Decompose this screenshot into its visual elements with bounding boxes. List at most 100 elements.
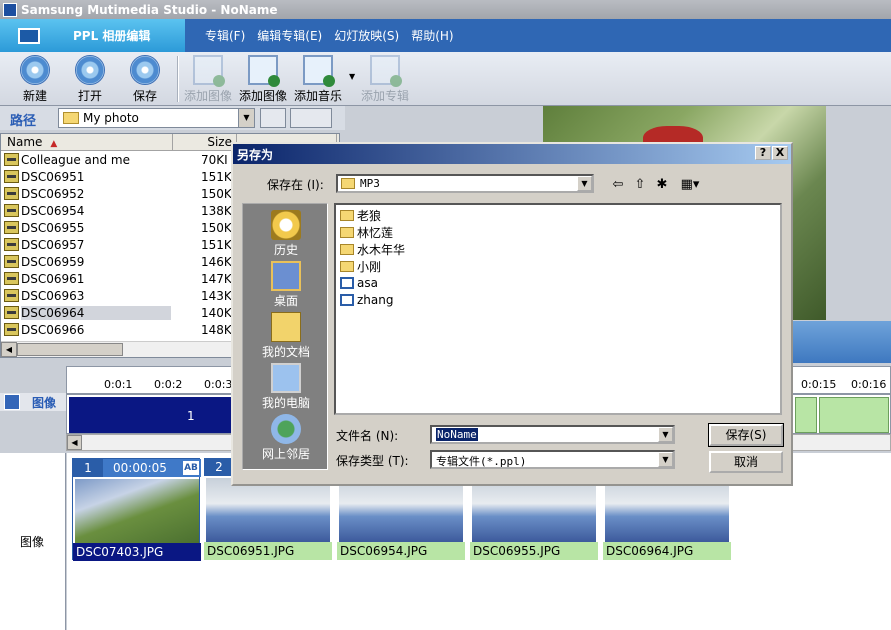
add-music-icon — [303, 55, 335, 87]
clip-number: 1 — [187, 409, 195, 423]
tab-label: PPL 相册编辑 — [73, 29, 151, 43]
view-menu-icon[interactable]: ▦▾ — [677, 177, 703, 193]
preview-toolbar — [780, 321, 891, 363]
column-size[interactable]: Size — [173, 134, 237, 150]
folder-icon — [340, 209, 354, 221]
image-file-icon — [4, 306, 19, 319]
dialog-save-button[interactable]: 保存(S) — [708, 423, 784, 447]
thumb-caption: DSC06951.JPG — [204, 542, 332, 560]
tick-label: 0:0:15 — [801, 378, 837, 391]
add-image-icon — [193, 55, 225, 87]
app-icon — [3, 2, 17, 17]
place-label: 桌面 — [273, 294, 298, 308]
help-button[interactable]: ? — [755, 146, 771, 160]
save-disc-icon — [130, 55, 160, 85]
image-file-icon — [4, 187, 19, 200]
folder-icon — [341, 178, 355, 189]
new-folder-icon[interactable]: ✱ — [653, 177, 671, 193]
folder-item[interactable]: 水木年华 — [340, 241, 405, 257]
image-file-icon — [4, 289, 19, 302]
timeline-clip[interactable] — [795, 397, 817, 433]
file-item[interactable]: zhang — [340, 292, 393, 308]
place-history[interactable]: 历史 — [243, 210, 329, 258]
add-album-button[interactable]: 添加专辑 — [360, 55, 410, 104]
folder-icon — [340, 226, 354, 238]
filetype-label: 保存类型 (T): — [336, 454, 409, 468]
image-file-icon — [4, 153, 19, 166]
column-name[interactable]: Name ▲ — [1, 134, 173, 150]
thumb-caption: DSC06954.JPG — [337, 542, 465, 560]
thumb-image — [472, 478, 596, 542]
filename-value: NoName — [436, 428, 478, 441]
folder-up-icon[interactable]: ⇧ — [631, 177, 649, 193]
file-name: DSC06966 — [21, 322, 85, 337]
menu-slideshow[interactable]: 幻灯放映(S) — [334, 27, 399, 44]
chevron-down-icon[interactable]: ▼ — [658, 452, 673, 467]
menu-edit-album[interactable]: 编辑专辑(E) — [257, 27, 322, 44]
filetype-value: 专辑文件(*.ppl) — [436, 455, 527, 468]
sort-arrow-icon: ▲ — [50, 139, 58, 149]
chevron-down-icon[interactable]: ▼ — [238, 109, 254, 127]
folder-icon — [340, 260, 354, 272]
add-image-button[interactable]: 添加图像 — [238, 55, 288, 104]
menu-help[interactable]: 帮助(H) — [411, 27, 453, 44]
place-network[interactable]: 网上邻居 — [243, 414, 329, 462]
place-my-documents[interactable]: 我的文档 — [243, 312, 329, 360]
scroll-thumb[interactable] — [17, 343, 123, 356]
chevron-down-icon[interactable]: ▼ — [658, 427, 673, 442]
filetype-select[interactable]: 专辑文件(*.ppl) ▼ — [430, 450, 675, 469]
image-file-icon — [4, 204, 19, 217]
place-my-computer[interactable]: 我的电脑 — [243, 363, 329, 411]
thumb-header: 1 00:00:05 AB — [73, 459, 201, 477]
dialog-cancel-button[interactable]: 取消 — [709, 451, 783, 473]
place-desktop[interactable]: 桌面 — [243, 261, 329, 309]
file-item[interactable]: asa — [340, 275, 378, 291]
image-file-icon — [4, 272, 19, 285]
new-button[interactable]: 新建 — [10, 55, 60, 104]
folder-item[interactable]: 林忆莲 — [340, 224, 393, 240]
tab-ppl-album-edit[interactable]: PPL 相册编辑 — [0, 19, 185, 52]
save-in-combo[interactable]: MP3 ▼ — [336, 174, 594, 193]
place-label: 网上邻居 — [261, 447, 310, 461]
filename-label: 文件名 (N): — [336, 429, 399, 443]
close-button[interactable]: X — [772, 146, 788, 160]
window-titlebar: Samsung Mutimedia Studio - NoName — [0, 0, 891, 19]
folder-up-button[interactable] — [260, 108, 286, 128]
back-arrow-icon[interactable]: ⇦ — [609, 177, 627, 193]
image-file-icon — [4, 323, 19, 336]
image-file-icon — [4, 255, 19, 268]
scroll-left-icon[interactable]: ◀ — [1, 342, 17, 357]
folder-item[interactable]: 小刚 — [340, 258, 381, 274]
tick-label: 0:0:16 — [851, 378, 887, 391]
thumb-image — [206, 478, 330, 542]
add-music-dropdown-arrow-icon[interactable]: ▼ — [349, 72, 355, 81]
save-label: 保存 — [132, 89, 157, 103]
folder-icon — [63, 112, 79, 124]
storyboard-item[interactable]: 1 00:00:05 AB DSC07403.JPG — [72, 458, 201, 561]
thumb-caption: DSC06955.JPG — [470, 542, 598, 560]
add-album-icon — [370, 55, 402, 87]
storyboard-label: 图像 — [20, 535, 45, 549]
scroll-left-icon[interactable]: ◀ — [67, 435, 82, 450]
transition-badge[interactable]: AB — [183, 461, 199, 475]
menu-album[interactable]: 专辑(F) — [205, 27, 245, 44]
menu-bar: 专辑(F) 编辑专辑(E) 幻灯放映(S) 帮助(H) — [205, 19, 466, 52]
file-name: DSC06952 — [21, 186, 85, 201]
add-music-button[interactable]: 添加音乐 — [293, 55, 343, 104]
timeline-clip[interactable] — [819, 397, 889, 433]
path-combo[interactable]: My photo ▼ — [58, 108, 255, 128]
menu-band: PPL 相册编辑 专辑(F) 编辑专辑(E) 幻灯放映(S) 帮助(H) — [0, 19, 891, 52]
path-value: My photo — [83, 111, 139, 125]
place-label: 历史 — [273, 243, 298, 257]
file-name: DSC06959 — [21, 254, 85, 269]
chevron-down-icon[interactable]: ▼ — [577, 176, 592, 191]
window-title: Samsung Mutimedia Studio - NoName — [21, 2, 278, 17]
filename-field[interactable]: NoName ▼ — [430, 425, 675, 444]
save-as-dialog: 另存为 ? X 保存在 (I): MP3 ▼ ⇦ ⇧ ✱ ▦▾ 历史 桌面 我的… — [231, 142, 793, 486]
folder-item[interactable]: 老狼 — [340, 207, 381, 223]
open-button[interactable]: 打开 — [65, 55, 115, 104]
add-image-button-disabled[interactable]: 添加图像 — [183, 55, 233, 104]
person-icon — [4, 394, 20, 410]
save-button[interactable]: 保存 — [120, 55, 170, 104]
view-menu-button[interactable] — [290, 108, 332, 128]
